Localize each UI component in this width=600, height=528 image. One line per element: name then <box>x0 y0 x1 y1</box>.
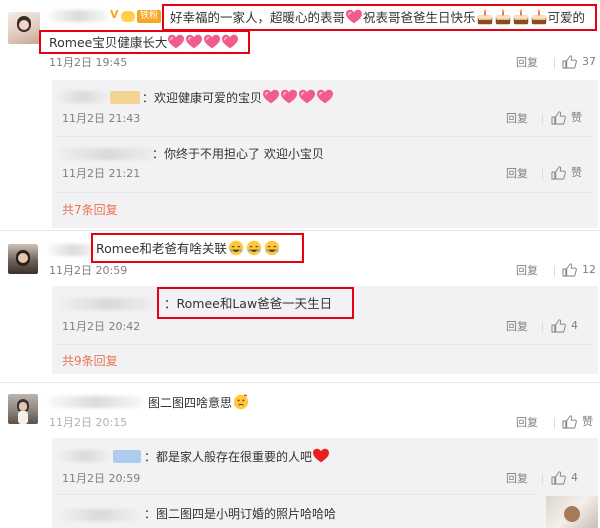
face-emoji <box>228 240 244 256</box>
like-button[interactable]: 12 <box>562 263 596 277</box>
reply-button[interactable]: 回复 <box>506 112 528 126</box>
like-count: 4 <box>571 319 578 332</box>
reply-text: ：你终于不用担心了 欢迎小宝贝 <box>152 147 324 161</box>
username-redacted[interactable] <box>58 91 108 103</box>
comment-time: 11月2日 20:15 <box>49 416 128 429</box>
thumbs-up-icon <box>562 263 577 277</box>
heart-emoji <box>317 89 333 105</box>
divider <box>58 136 592 137</box>
thumbs-up-icon <box>551 471 566 485</box>
username-redacted[interactable] <box>60 450 110 462</box>
divider <box>554 266 555 277</box>
thumbs-up-icon <box>562 415 577 429</box>
fan-badge <box>113 450 141 463</box>
reply-button[interactable]: 回复 <box>516 56 538 70</box>
heart-emoji <box>263 89 279 105</box>
like-label: 赞 <box>571 166 582 179</box>
username-redacted[interactable] <box>48 396 144 408</box>
reply-time: 11月2日 20:59 <box>62 472 141 485</box>
verified-v-icon: V <box>110 8 119 21</box>
comment-text-line1: 好幸福的一家人，超暖心的表哥 祝表哥爸爸生日快乐 可爱的 <box>170 9 586 25</box>
cake-emoji <box>477 9 493 25</box>
like-button[interactable]: 赞 <box>562 415 593 429</box>
thumbs-up-icon <box>551 166 566 180</box>
comment-time: 11月2日 20:59 <box>49 264 128 277</box>
reply-button[interactable]: 回复 <box>506 472 528 486</box>
reply-text: ：都是家人般存在很重要的人吧 <box>144 448 330 465</box>
like-button[interactable]: 4 <box>551 471 578 485</box>
heart-emoji <box>346 9 362 25</box>
avatar[interactable] <box>8 244 38 274</box>
avatar[interactable] <box>8 12 40 44</box>
like-count: 37 <box>582 55 596 68</box>
image-thumbnail[interactable] <box>546 496 598 528</box>
comment-time: 11月2日 19:45 <box>49 56 128 69</box>
divider <box>542 474 543 485</box>
divider <box>554 58 555 69</box>
divider <box>542 114 543 125</box>
reply-button[interactable]: 回复 <box>516 416 538 430</box>
red-heart-emoji <box>313 448 329 464</box>
username-redacted[interactable] <box>48 10 108 22</box>
reply-button[interactable]: 回复 <box>516 264 538 278</box>
heart-emoji <box>204 34 220 50</box>
face-emoji <box>264 240 280 256</box>
reply-time: 11月2日 20:42 <box>62 320 141 333</box>
divider <box>542 322 543 333</box>
thinking-emoji <box>233 394 249 410</box>
like-count: 4 <box>571 471 578 484</box>
reply-time: 11月2日 21:43 <box>62 112 141 125</box>
comment-text: Romee和老爸有啥关联 <box>96 240 281 257</box>
avatar[interactable] <box>8 394 38 424</box>
like-button[interactable]: 4 <box>551 319 578 333</box>
view-more-replies-link[interactable]: 共7条回复 <box>62 202 118 218</box>
fan-badge <box>110 91 140 104</box>
like-label: 赞 <box>582 415 593 428</box>
reply-text: ：欢迎健康可爱的宝贝 <box>142 89 334 106</box>
face-emoji <box>246 240 262 256</box>
divider <box>58 192 592 193</box>
thumbs-up-icon <box>562 55 577 69</box>
thumbs-up-icon <box>551 111 566 125</box>
reply-time: 11月2日 21:21 <box>62 167 141 180</box>
fan-level-icon <box>121 11 135 22</box>
heart-emoji <box>222 34 238 50</box>
username-redacted[interactable] <box>58 148 158 160</box>
cake-emoji <box>495 9 511 25</box>
divider <box>58 494 538 495</box>
divider <box>58 344 592 345</box>
heart-emoji <box>186 34 202 50</box>
divider <box>0 230 600 231</box>
fan-badge: 铁粉 <box>137 10 162 23</box>
divider <box>554 418 555 429</box>
divider <box>0 382 600 383</box>
like-button[interactable]: 赞 <box>551 111 582 125</box>
heart-emoji <box>281 89 297 105</box>
comment-text: 图二图四啥意思 <box>148 394 250 411</box>
reply-text: ：Romee和Law爸爸一天生日 <box>164 296 333 311</box>
heart-emoji <box>299 89 315 105</box>
username-redacted[interactable] <box>60 298 156 310</box>
cake-emoji <box>531 9 547 25</box>
heart-emoji <box>168 34 184 50</box>
like-label: 赞 <box>571 111 582 124</box>
view-more-replies-link[interactable]: 共9条回复 <box>62 353 118 369</box>
cake-emoji <box>513 9 529 25</box>
comment-text-line2: Romee宝贝健康长大 <box>49 34 239 51</box>
thumbs-up-icon <box>551 319 566 333</box>
reply-button[interactable]: 回复 <box>506 167 528 181</box>
reply-button[interactable]: 回复 <box>506 320 528 334</box>
like-button[interactable]: 37 <box>562 55 596 69</box>
reply-text: ：图二图四是小明订婚的照片哈哈哈 <box>144 507 337 521</box>
divider <box>542 169 543 180</box>
like-button[interactable]: 赞 <box>551 166 582 180</box>
like-count: 12 <box>582 263 596 276</box>
username-redacted[interactable] <box>60 509 140 521</box>
